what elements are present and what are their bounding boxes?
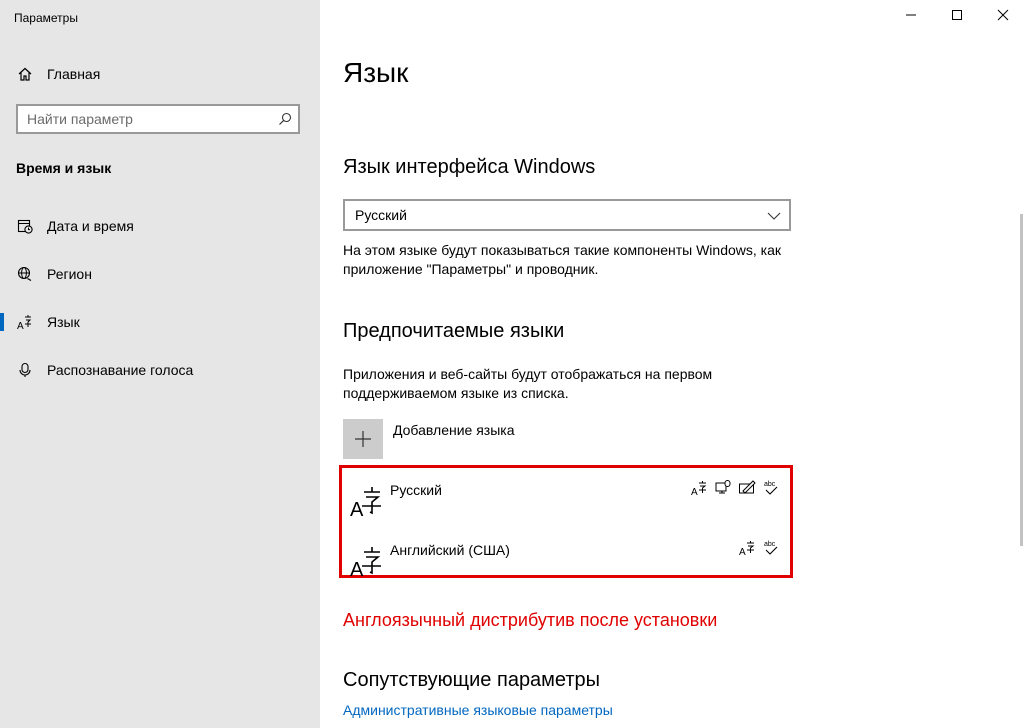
preferred-languages-description: Приложения и веб-сайты будут отображатьс…	[343, 365, 712, 403]
language-icon: A	[16, 313, 34, 331]
section-title: Время и язык	[16, 160, 112, 176]
svg-text:abc: abc	[764, 541, 776, 548]
display-language-dropdown[interactable]: Русский	[343, 199, 791, 231]
speech-icon	[714, 479, 732, 497]
search-input[interactable]	[18, 106, 277, 132]
language-name: Русский	[390, 482, 442, 498]
language-item-english-us[interactable]: A Английский (США) A abc	[342, 528, 790, 581]
language-name: Английский (США)	[390, 542, 510, 558]
annotation-text: Англоязычный дистрибутив после установки	[343, 610, 718, 630]
language-list: A Русский A abc A Английский (США) A abc	[339, 465, 793, 581]
svg-text:A: A	[691, 487, 698, 497]
language-item-russian[interactable]: A Русский A abc	[342, 468, 790, 521]
sidebar-item-label: Дата и время	[47, 218, 134, 234]
description-line: приложение "Параметры" и проводник.	[343, 261, 599, 277]
window-title: Параметры	[14, 11, 78, 25]
search-icon[interactable]	[278, 112, 292, 126]
language-glyph-icon: A	[350, 482, 382, 521]
dropdown-value: Русский	[355, 207, 407, 223]
display-language-description: На этом языке будут показываться такие к…	[343, 241, 781, 279]
sidebar-item-date-time[interactable]: Дата и время	[0, 208, 320, 244]
sidebar-item-label: Главная	[47, 66, 101, 82]
language-features: A abc	[738, 539, 780, 558]
svg-text:A: A	[17, 321, 24, 330]
sidebar-item-label: Распознавание голоса	[47, 362, 194, 378]
language-features: A abc	[690, 479, 780, 498]
page-title: Язык	[343, 57, 409, 88]
handwriting-icon	[738, 479, 756, 497]
description-line: На этом языке будут показываться такие к…	[343, 242, 782, 258]
svg-text:A: A	[350, 559, 364, 578]
calendar-clock-icon	[16, 217, 34, 235]
globe-icon	[16, 265, 34, 283]
sidebar-item-speech[interactable]: Распознавание голоса	[0, 352, 320, 388]
sidebar-item-label: Язык	[47, 314, 80, 330]
description-line: поддерживаемом языке из списка.	[343, 385, 569, 401]
display-language-icon: A	[690, 479, 708, 498]
sidebar-item-home[interactable]: Главная	[0, 56, 320, 92]
add-language-label: Добавление языка	[393, 422, 515, 438]
spellcheck-icon: abc	[762, 479, 780, 497]
sidebar-item-region[interactable]: Регион	[0, 256, 320, 292]
microphone-icon	[16, 361, 34, 379]
chevron-down-icon	[767, 209, 781, 227]
display-language-heading: Язык интерфейса Windows	[343, 156, 596, 178]
sidebar: Параметры Главная Время и язык Дата и вр…	[0, 0, 320, 728]
language-glyph-icon: A	[350, 542, 382, 581]
spellcheck-icon: abc	[762, 539, 780, 557]
preferred-languages-heading: Предпочитаемые языки	[343, 320, 565, 342]
sidebar-item-label: Регион	[47, 266, 92, 282]
admin-language-settings-link[interactable]: Административные языковые параметры	[343, 702, 613, 718]
svg-text:A: A	[739, 547, 746, 557]
svg-text:A: A	[350, 499, 364, 518]
scrollbar[interactable]	[1020, 214, 1023, 546]
search-field[interactable]	[16, 104, 300, 134]
description-line: Приложения и веб-сайты будут отображатьс…	[343, 366, 713, 382]
svg-text:abc: abc	[764, 481, 776, 488]
add-language-button[interactable]: Добавление языка	[343, 419, 515, 459]
related-settings-heading: Сопутствующие параметры	[343, 669, 601, 691]
home-icon	[16, 65, 34, 83]
plus-icon	[343, 419, 383, 459]
sidebar-item-language[interactable]: A Язык	[0, 304, 320, 340]
display-language-icon: A	[738, 539, 756, 558]
